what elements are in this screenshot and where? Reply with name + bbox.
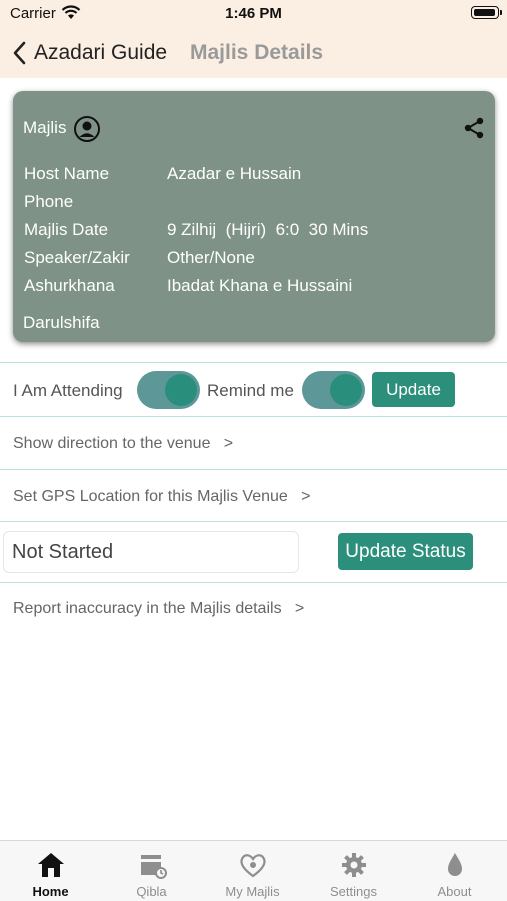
divider [0, 362, 507, 363]
back-button[interactable]: Azadari Guide [12, 38, 167, 68]
home-icon [37, 853, 64, 877]
set-gps-location-link[interactable]: Set GPS Location for this Majlis Venue > [13, 488, 311, 506]
host-name-value: Azadar e Hussain [167, 164, 302, 183]
toggle-knob [165, 374, 197, 406]
card-title: Majlis [23, 118, 67, 137]
clock: 1:46 PM [225, 5, 282, 22]
attending-label: I Am Attending [13, 381, 123, 400]
host-name-label: Host Name [24, 164, 110, 183]
tab-bar: Home Qibla My Majlis Settings About [0, 840, 507, 901]
battery-icon [471, 6, 502, 19]
ashurkhana-label: Ashurkhana [24, 276, 115, 295]
tab-about[interactable]: About [404, 841, 505, 901]
remind-toggle[interactable] [302, 371, 365, 409]
page-title: Majlis Details [190, 41, 324, 64]
tab-about-label: About [437, 884, 472, 899]
status-bar: Carrier 1:46 PM [0, 0, 507, 28]
navigation-bar: Azadari Guide Majlis Details [0, 28, 507, 78]
user-circle-icon [74, 116, 100, 142]
toggle-knob [330, 374, 362, 406]
heart-icon [239, 854, 266, 878]
tab-my-majlis[interactable]: My Majlis [202, 841, 303, 901]
tab-home[interactable]: Home [0, 841, 101, 901]
drop-icon [447, 853, 462, 876]
tab-my-majlis-label: My Majlis [225, 884, 280, 899]
report-inaccuracy-link[interactable]: Report inaccuracy in the Majlis details … [13, 600, 304, 618]
tab-settings[interactable]: Settings [303, 841, 404, 901]
remind-label: Remind me [207, 381, 294, 400]
speaker-label: Speaker/Zakir [24, 248, 130, 267]
divider [0, 416, 507, 417]
speaker-value: Other/None [167, 248, 255, 267]
location-label: Darulshifa [23, 313, 100, 332]
qibla-icon [140, 855, 167, 879]
tab-settings-label: Settings [330, 884, 377, 899]
majlis-date-label: Majlis Date [24, 220, 109, 239]
update-status-button[interactable]: Update Status [338, 533, 473, 570]
update-button[interactable]: Update [372, 372, 455, 407]
show-directions-link[interactable]: Show direction to the venue > [13, 435, 233, 453]
tab-home-label: Home [32, 884, 69, 899]
back-label: Azadari Guide [34, 41, 168, 64]
tab-qibla-label: Qibla [136, 884, 167, 899]
phone-label: Phone [24, 192, 74, 211]
status-field[interactable] [3, 531, 299, 573]
chevron-left-icon [13, 41, 26, 65]
divider [0, 521, 507, 522]
share-icon[interactable] [463, 117, 485, 139]
majlis-date-value: 9 Zilhij (Hijri) 6:0 30 Mins [167, 220, 369, 239]
majlis-card: Majlis Host Name Azadar e Hussain Phone … [13, 91, 495, 342]
gear-icon [341, 853, 366, 877]
ashurkhana-value: Ibadat Khana e Hussaini [167, 276, 353, 295]
divider [0, 469, 507, 470]
attending-toggle[interactable] [137, 371, 200, 409]
tab-qibla[interactable]: Qibla [101, 841, 202, 901]
divider [0, 582, 507, 583]
